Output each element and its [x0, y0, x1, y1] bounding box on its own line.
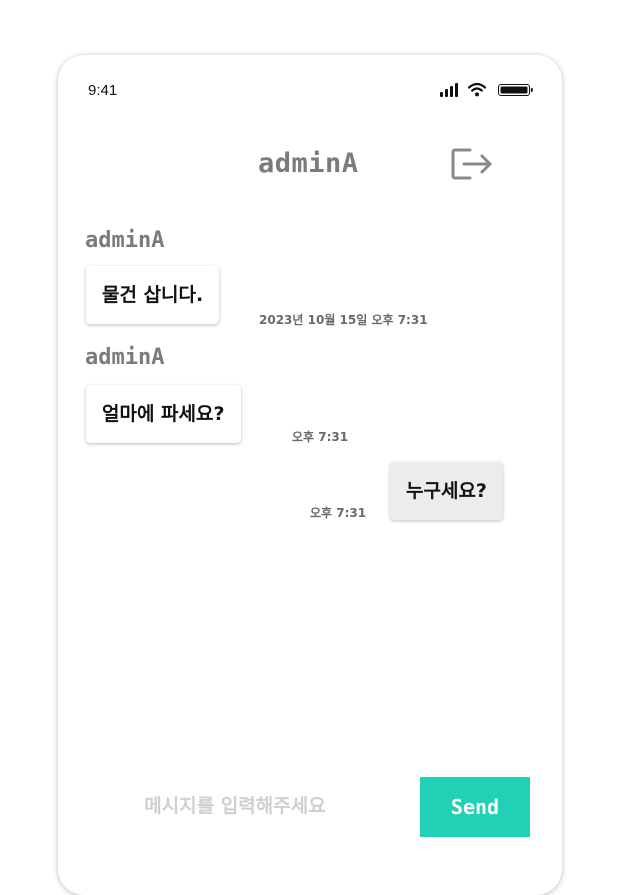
send-button[interactable]: Send: [420, 777, 530, 837]
message-input[interactable]: [110, 777, 360, 835]
battery-icon: [498, 84, 533, 96]
chat-title: adminA: [258, 148, 359, 179]
message-bubble-received: 얼마에 파세요?: [86, 385, 241, 443]
message-bubble-received: 물건 삽니다.: [86, 266, 220, 324]
status-time: 9:41: [88, 82, 118, 99]
sender-name: adminA: [85, 228, 165, 253]
phone-frame: 9:41 adminA adminA 물건 삽니다. 2023년 10월 15일…: [58, 55, 562, 895]
message-timestamp: 오후 7:31: [292, 430, 349, 444]
sender-name: adminA: [85, 345, 165, 370]
message-timestamp: 오후 7:31: [310, 506, 367, 520]
wifi-icon: [468, 82, 486, 97]
message-bubble-sent: 누구세요?: [390, 462, 503, 520]
message-timestamp: 2023년 10월 15일 오후 7:31: [259, 313, 428, 327]
signal-icon: [440, 83, 462, 97]
logout-icon[interactable]: [450, 146, 496, 182]
